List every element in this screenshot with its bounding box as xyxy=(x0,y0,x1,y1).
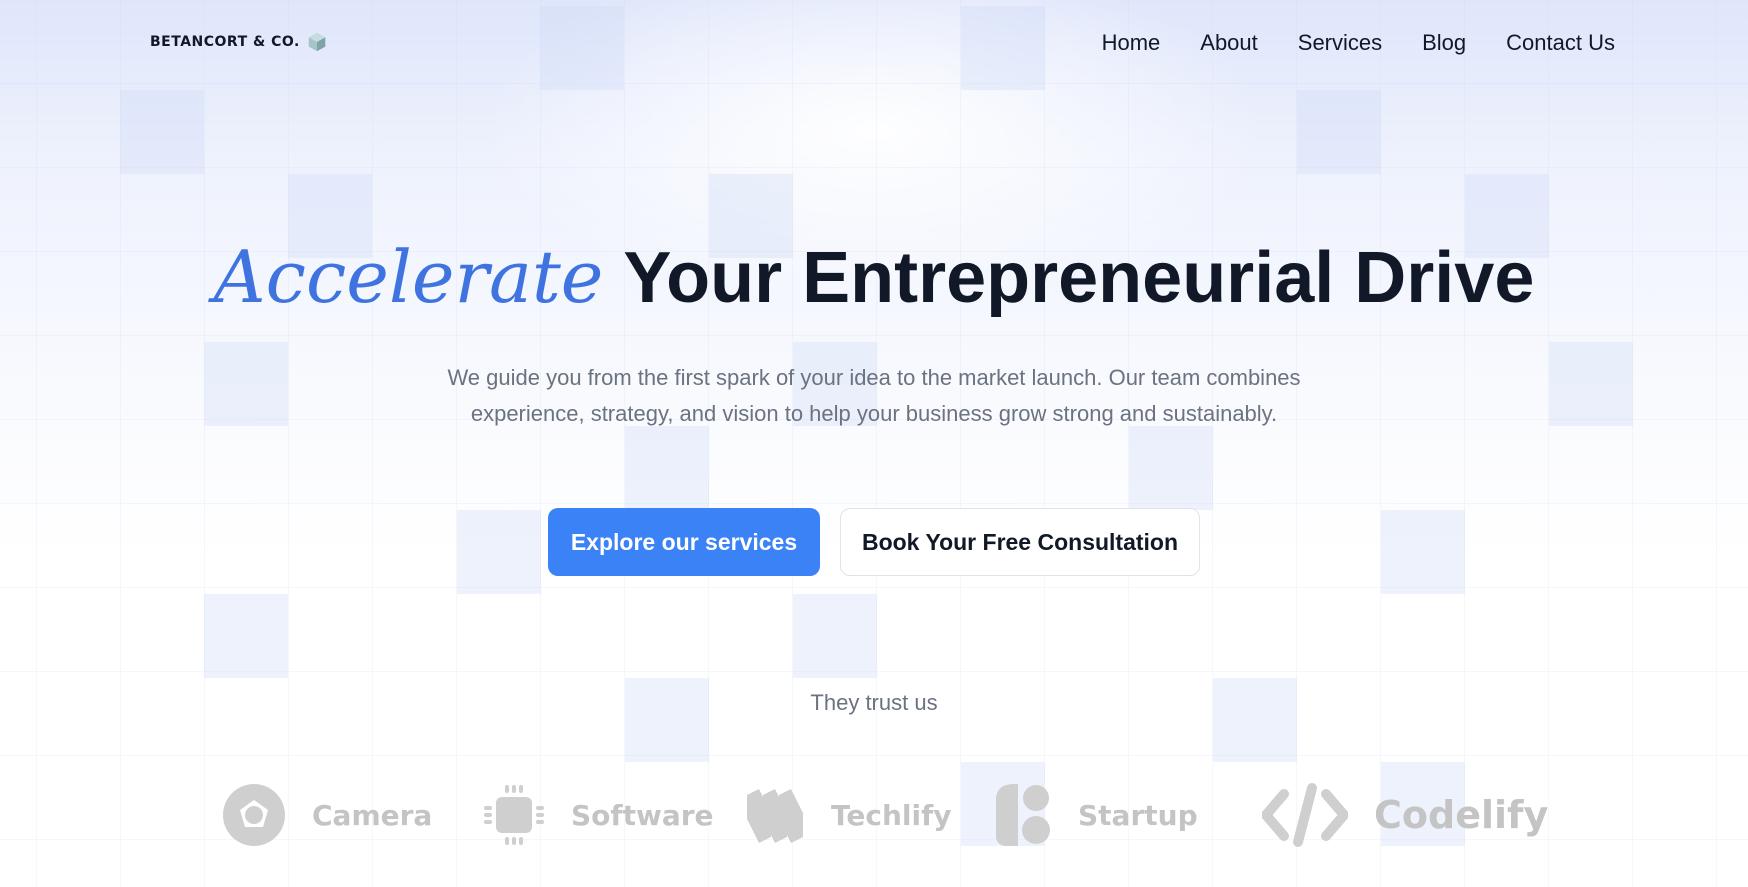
trust-logos: Camera Software Techlify Startup Codelif… xyxy=(222,780,1548,850)
stacked-stripes-icon xyxy=(747,789,803,843)
nav-blog[interactable]: Blog xyxy=(1422,30,1466,56)
hero-title-rest: Your Entrepreneurial Drive xyxy=(623,238,1535,318)
brand-logo[interactable]: BETANCORT & CO. xyxy=(150,31,328,53)
bg-tile xyxy=(120,90,204,174)
nav-contact-us[interactable]: Contact Us xyxy=(1506,30,1615,56)
explore-services-button[interactable]: Explore our services xyxy=(548,508,820,576)
nav-home[interactable]: Home xyxy=(1102,30,1161,56)
brand-name: Camera xyxy=(312,798,433,832)
bg-tile xyxy=(625,426,709,510)
hero-title: Accelerate Your Entrepreneurial Drive xyxy=(0,232,1748,323)
brand-software: Software xyxy=(483,780,714,850)
brand-name: Startup xyxy=(1078,798,1198,832)
camera-aperture-icon xyxy=(223,784,285,846)
background-grid xyxy=(0,0,1748,887)
brand-camera: Camera xyxy=(222,780,432,850)
main-nav: Home About Services Blog Contact Us xyxy=(1102,30,1615,56)
bg-tile xyxy=(1549,342,1633,426)
blocks-icon xyxy=(996,784,1050,846)
bg-tile xyxy=(793,594,877,678)
code-brackets-icon xyxy=(1262,783,1348,847)
bg-tile xyxy=(1297,90,1381,174)
cube-icon xyxy=(308,32,326,52)
hero-title-accent: Accelerate xyxy=(213,235,604,319)
brand-logo-text: BETANCORT & CO. xyxy=(150,34,300,50)
chip-icon xyxy=(484,785,544,845)
brand-techlify: Techlify xyxy=(745,780,952,850)
bg-tile xyxy=(204,594,288,678)
book-consultation-button[interactable]: Book Your Free Consultation xyxy=(840,508,1200,576)
brand-name: Techlify xyxy=(831,798,952,832)
trust-label: They trust us xyxy=(810,690,938,715)
nav-services[interactable]: Services xyxy=(1298,30,1382,56)
brand-name: Software xyxy=(571,798,714,832)
bg-tile xyxy=(1129,426,1213,510)
site-header: BETANCORT & CO. Home About Services Blog… xyxy=(0,0,1748,90)
nav-about[interactable]: About xyxy=(1200,30,1258,56)
hero-cta-group: Explore our services Book Your Free Cons… xyxy=(0,508,1748,576)
brand-name: Codelify xyxy=(1374,793,1549,837)
brand-startup: Startup xyxy=(992,780,1198,850)
brand-codelify: Codelify xyxy=(1262,780,1548,850)
hero-subtitle: We guide you from the first spark of you… xyxy=(447,365,1301,426)
bg-tile xyxy=(204,342,288,426)
